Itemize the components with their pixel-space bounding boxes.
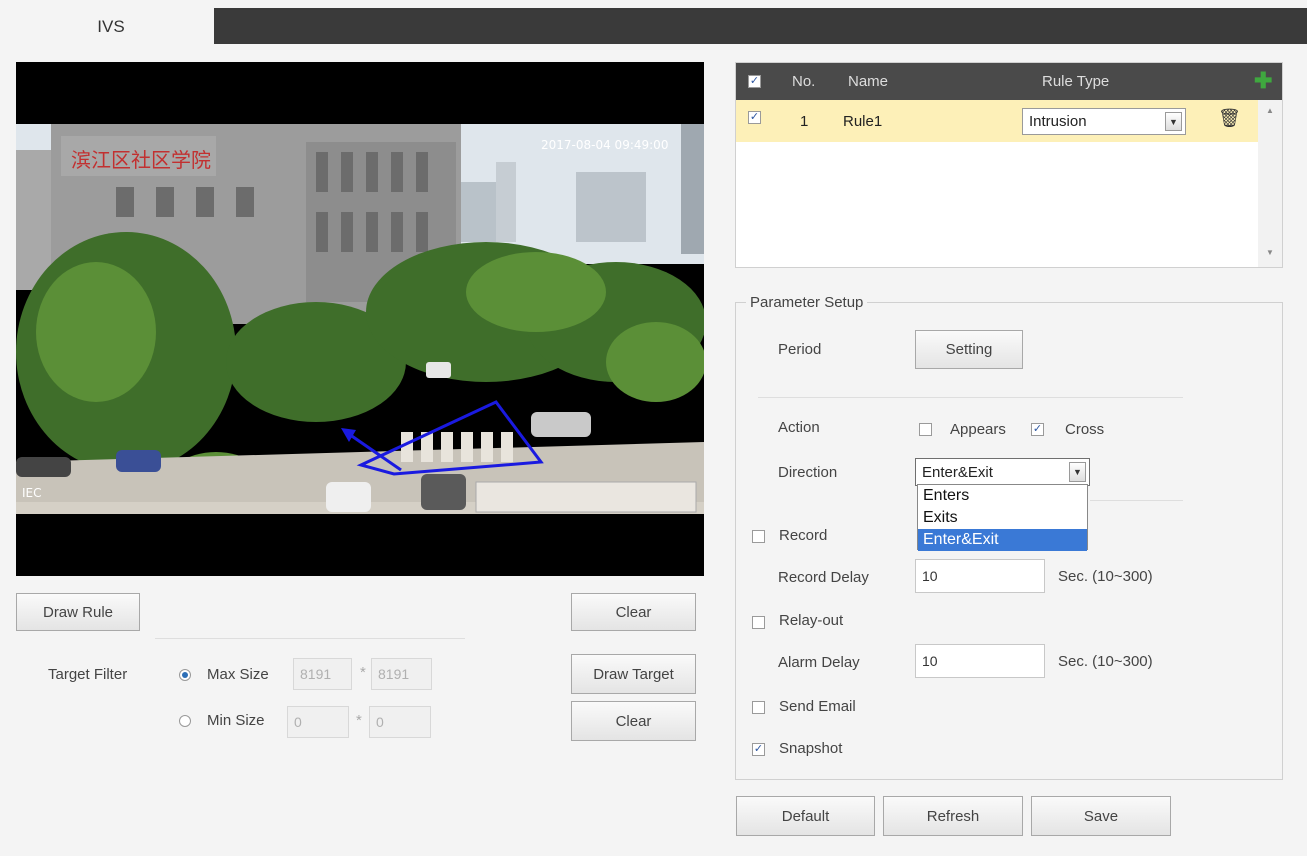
alarm-delay-input[interactable]: 10	[915, 644, 1045, 678]
send-email-label: Send Email	[779, 698, 856, 715]
header-rule-type: Rule Type	[1042, 73, 1110, 90]
cross-label: Cross	[1065, 421, 1105, 438]
record-label: Record	[779, 527, 828, 544]
direction-label: Direction	[778, 464, 838, 481]
direction-dropdown: Enters Exits Enter&Exit	[917, 484, 1088, 551]
max-size-label: Max Size	[207, 666, 269, 683]
max-height-input[interactable]: 8191	[371, 658, 432, 690]
direction-option-exits[interactable]: Exits	[918, 507, 1087, 529]
draw-rule-button[interactable]: Draw Rule	[16, 593, 140, 631]
video-preview[interactable]: 滨江区社区学院 2017-08-04 09:49:00 IEC	[16, 62, 704, 576]
record-delay-input[interactable]: 10	[915, 559, 1045, 593]
divider	[1090, 500, 1183, 501]
appears-label: Appears	[950, 421, 1006, 438]
alarm-delay-label: Alarm Delay	[778, 654, 860, 671]
chevron-down-icon: ▼	[1069, 462, 1086, 482]
osd-channel-label: IEC	[22, 486, 42, 500]
record-delay-unit: Sec. (10~300)	[1058, 568, 1153, 585]
direction-option-enter-exit[interactable]: Enter&Exit	[918, 529, 1087, 551]
direction-value: Enter&Exit	[922, 463, 993, 481]
times-symbol: *	[360, 664, 366, 681]
min-height-input[interactable]: 0	[369, 706, 431, 738]
clear-rule-button[interactable]: Clear	[571, 593, 696, 631]
parameter-setup-legend: Parameter Setup	[746, 294, 868, 311]
trash-icon[interactable]: 🗑	[1218, 108, 1241, 129]
scroll-up-icon[interactable]: ▲	[1266, 106, 1274, 115]
target-filter-label: Target Filter	[48, 666, 128, 683]
divider	[155, 638, 465, 639]
osd-timestamp: 2017-08-04 09:49:00	[541, 138, 668, 152]
default-button[interactable]: Default	[736, 796, 875, 836]
appears-checkbox[interactable]	[919, 423, 932, 436]
action-label: Action	[778, 419, 820, 436]
record-checkbox[interactable]	[752, 530, 765, 543]
record-delay-label: Record Delay	[778, 569, 869, 586]
add-rule-icon[interactable]: ✚	[1254, 68, 1272, 94]
rule-table-scrollbar[interactable]: ▲ ▼	[1258, 100, 1282, 267]
direction-select[interactable]: Enter&Exit ▼	[915, 458, 1090, 486]
snapshot-checkbox[interactable]: ✓	[752, 743, 765, 756]
tab-ivs[interactable]: IVS	[8, 8, 214, 46]
times-symbol: *	[356, 712, 362, 729]
snapshot-label: Snapshot	[779, 740, 843, 757]
rule-type-value: Intrusion	[1029, 113, 1087, 130]
camera-scene: 滨江区社区学院 2017-08-04 09:49:00 IEC	[16, 62, 704, 576]
period-label: Period	[778, 341, 822, 358]
rule-type-select[interactable]: Intrusion ▼	[1022, 108, 1186, 135]
relay-out-label: Relay-out	[779, 612, 844, 629]
chevron-down-icon: ▼	[1165, 112, 1182, 131]
header-no: No.	[792, 73, 816, 90]
select-all-checkbox[interactable]: ✓	[748, 75, 761, 88]
alarm-delay-unit: Sec. (10~300)	[1058, 653, 1153, 670]
clear-target-button[interactable]: Clear	[571, 701, 696, 741]
min-size-label: Min Size	[207, 712, 265, 729]
max-size-radio[interactable]	[179, 669, 191, 681]
table-row[interactable]: ✓ 1 Rule1 Intrusion ▼ 🗑	[736, 100, 1258, 142]
min-size-radio[interactable]	[179, 715, 191, 727]
divider	[758, 397, 1183, 398]
period-setting-button[interactable]: Setting	[915, 330, 1023, 369]
relay-out-checkbox[interactable]	[752, 616, 765, 629]
cross-checkbox[interactable]: ✓	[1031, 423, 1044, 436]
rule-no: 1	[800, 113, 809, 130]
header-name: Name	[848, 73, 889, 90]
refresh-button[interactable]: Refresh	[883, 796, 1023, 836]
save-button[interactable]: Save	[1031, 796, 1171, 836]
rule-name: Rule1	[843, 113, 883, 130]
building-sign: 滨江区社区学院	[71, 148, 211, 172]
rule-checkbox[interactable]: ✓	[748, 111, 761, 124]
min-width-input[interactable]: 0	[287, 706, 349, 738]
direction-option-enters[interactable]: Enters	[918, 485, 1087, 507]
rule-table-header: ✓ No. Name Rule Type ✚	[736, 63, 1282, 100]
send-email-checkbox[interactable]	[752, 701, 765, 714]
max-width-input[interactable]: 8191	[293, 658, 352, 690]
draw-target-button[interactable]: Draw Target	[571, 654, 696, 694]
scroll-down-icon[interactable]: ▼	[1266, 248, 1274, 257]
